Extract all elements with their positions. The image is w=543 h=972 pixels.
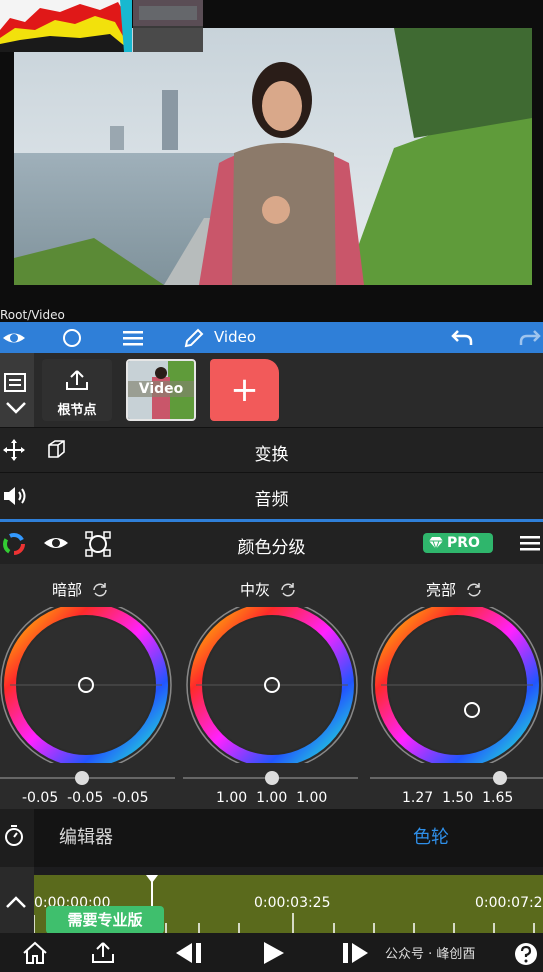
- upload-icon: [66, 370, 88, 390]
- highlights-values: 1.27 1.50 1.65: [402, 790, 514, 806]
- shadows-values: -0.05 -0.05 -0.05: [22, 790, 149, 806]
- play-icon[interactable]: [260, 941, 286, 965]
- menu-icon[interactable]: [519, 532, 541, 554]
- video-node[interactable]: Video: [126, 359, 196, 421]
- video-node-label: Video: [128, 381, 194, 397]
- shadows-label: 暗部: [52, 579, 109, 600]
- reset-icon[interactable]: [279, 582, 297, 598]
- shadows-slider-thumb[interactable]: [75, 771, 89, 785]
- transform-label: 变换: [254, 445, 289, 465]
- reset-icon[interactable]: [465, 582, 483, 598]
- diamond-icon: [429, 537, 443, 550]
- upgrade-pro-button[interactable]: 需要专业版: [46, 906, 164, 934]
- eye-icon[interactable]: [2, 326, 26, 350]
- midtones-slider-thumb[interactable]: [265, 771, 279, 785]
- color-grading-header: 颜色分级 PRO: [0, 522, 543, 564]
- video-frame[interactable]: [14, 28, 532, 285]
- list-icon[interactable]: [4, 373, 28, 393]
- previous-frame-icon[interactable]: [172, 941, 204, 965]
- toolbar-title: Video: [214, 328, 257, 346]
- transform-row[interactable]: 变换: [0, 427, 543, 472]
- node-side-panel: [0, 353, 34, 428]
- highlights-label: 亮部: [426, 579, 483, 600]
- export-icon[interactable]: [90, 941, 116, 965]
- tab-editor[interactable]: 编辑器: [59, 823, 113, 849]
- menu-icon[interactable]: [121, 326, 145, 350]
- color-grading-panel: 颜色分级 PRO 暗部 -0.05 -0.05 -0.05 中灰 1.00 1.…: [0, 519, 543, 809]
- shadows-label-text: 暗部: [52, 581, 83, 599]
- reset-icon[interactable]: [91, 582, 109, 598]
- root-node[interactable]: 根节点: [42, 359, 112, 421]
- help-icon[interactable]: [513, 941, 539, 967]
- home-icon[interactable]: [22, 941, 48, 965]
- root-node-label: 根节点: [57, 403, 97, 418]
- histogram-scope: [0, 0, 132, 52]
- highlights-label-text: 亮部: [426, 581, 457, 599]
- chevron-up-icon[interactable]: [5, 895, 27, 909]
- vectorscope: [133, 0, 203, 52]
- highlights-slider-thumb[interactable]: [493, 771, 507, 785]
- midtones-label-text: 中灰: [240, 581, 271, 599]
- editor-tabs: 编辑器 色轮: [34, 809, 543, 867]
- node-path-label: Root/Video: [0, 308, 65, 322]
- audio-label: 音频: [254, 490, 289, 510]
- timecode-end: 0:00:07:2: [475, 895, 543, 911]
- highlights-color-wheel[interactable]: [370, 607, 543, 763]
- add-node-button[interactable]: +: [210, 359, 279, 421]
- pencil-icon[interactable]: [182, 326, 206, 350]
- timecode-mid: 0:00:03:25: [254, 895, 331, 911]
- tab-color-wheels[interactable]: 色轮: [413, 823, 449, 849]
- video-frame-image: [14, 28, 532, 285]
- highlights-slider-track[interactable]: [370, 777, 543, 779]
- shadows-color-wheel[interactable]: [0, 607, 175, 763]
- video-preview[interactable]: Root/Video: [0, 0, 543, 322]
- timeline-side: [0, 867, 34, 933]
- audio-row[interactable]: 音频: [0, 472, 543, 519]
- main-toolbar: Video: [0, 322, 543, 353]
- pro-badge-label: PRO: [447, 535, 480, 551]
- node-strip: 根节点 Video +: [0, 353, 543, 428]
- pro-badge[interactable]: PRO: [423, 533, 493, 553]
- watermark-text: 公众号 · 峰创酉: [385, 947, 476, 962]
- playhead-marker[interactable]: [146, 875, 158, 883]
- stopwatch-icon[interactable]: [2, 823, 26, 847]
- midtones-label: 中灰: [240, 579, 297, 600]
- midtones-color-wheel[interactable]: [185, 607, 360, 763]
- bottom-bar: 公众号 · 峰创酉: [0, 933, 543, 972]
- next-frame-icon[interactable]: [340, 941, 372, 965]
- undo-icon[interactable]: [450, 326, 474, 350]
- chevron-down-icon[interactable]: [5, 401, 27, 415]
- redo-icon[interactable]: [518, 326, 542, 350]
- midtones-values: 1.00 1.00 1.00: [216, 790, 328, 806]
- circle-icon[interactable]: [60, 326, 84, 350]
